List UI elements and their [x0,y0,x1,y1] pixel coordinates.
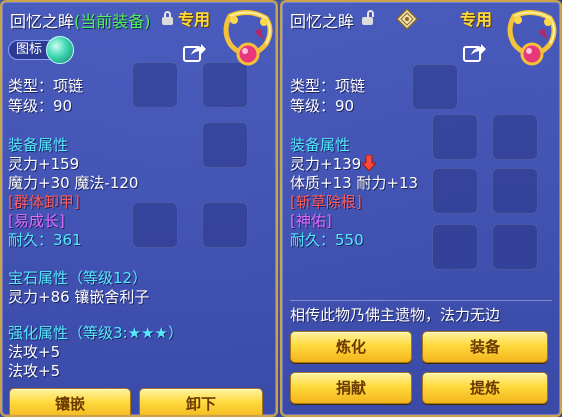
necklace-icon [507,10,557,66]
ghost-slot [432,114,478,160]
item-name: 回忆之眸 [290,12,355,31]
share-icon[interactable] [183,42,207,62]
forge-stat: 法攻+5 [8,343,61,361]
forge-stat: 法攻+5 [8,362,61,380]
ghost-slot [202,122,248,168]
ghost-slot [412,64,458,110]
compare-item-tooltip: 回忆之眸 专用 类型：项链 等级：90 装备属性 灵力+139 体质+13 耐力… [280,0,562,417]
item-description: 相传此物乃佛主遗物，法力无边 [290,306,501,324]
unlock-icon[interactable] [362,10,374,25]
item-title: 回忆之眸 [290,8,354,32]
exclusive-tag: 专用 [178,10,211,29]
durability: 耐久：550 [290,231,364,249]
badge-label: 图标 [16,42,43,57]
orb-icon [46,36,75,64]
ghost-slot [432,168,478,214]
durability: 耐久：361 [8,231,82,249]
equipped-label: (当前装备) [74,12,151,31]
forge-attr-header: 强化属性（等级3:★★★） [8,324,183,342]
extract-button[interactable]: 提炼 [422,372,548,404]
special-skill: [群体卸甲] [8,193,80,211]
lock-icon[interactable] [162,11,173,25]
necklace-icon [223,10,273,66]
item-level: 等级：90 [8,97,73,115]
item-type: 类型：项链 [290,77,366,95]
tuijian-badge[interactable]: 图标 [8,36,75,64]
down-arrow-icon [362,155,377,171]
item-name: 回忆之眸 [10,12,75,31]
ghost-slot [202,202,248,248]
spirit-stat: 灵力+159 [8,155,80,173]
equip-attr-header: 装备属性 [290,136,351,154]
divider [290,300,552,301]
spirit-stat-row: 灵力+139 [290,155,377,174]
ghost-slot [492,168,538,214]
unequip-button[interactable]: 卸下 [139,388,263,415]
gem-stat: 灵力+86 镶嵌舍利子 [8,288,150,306]
inlay-button[interactable]: 镶嵌 [9,388,131,415]
gem-attr-header: 宝石属性（等级12） [8,269,148,287]
equip-button[interactable]: 装备 [422,331,548,363]
item-title: 回忆之眸(当前装备) [10,8,151,32]
ghost-slot [132,202,178,248]
ghost-slot [492,114,538,160]
diamond-icon[interactable] [396,8,418,30]
special-effect: [易成长] [8,212,65,230]
equipped-item-tooltip: 回忆之眸(当前装备) 专用 图标 类型：项链 等级：90 装备属性 灵力+159… [0,0,278,417]
ghost-slot [432,224,478,270]
body-stat: 体质+13 耐力+13 [290,174,419,192]
spirit-stat: 灵力+139 [290,155,362,173]
item-type: 类型：项链 [8,77,84,95]
ghost-slot [492,224,538,270]
ghost-slot [132,62,178,108]
donate-button[interactable]: 捐献 [290,372,412,404]
special-skill: [斩草除根] [290,193,362,211]
exclusive-tag: 专用 [460,10,493,29]
refine-button[interactable]: 炼化 [290,331,412,363]
item-level: 等级：90 [290,97,355,115]
special-effect: [神佑] [290,212,332,230]
share-icon[interactable] [463,42,487,62]
equip-attr-header: 装备属性 [8,136,69,154]
magic-stat: 魔力+30 魔法-120 [8,174,139,192]
ghost-slot [202,62,248,108]
